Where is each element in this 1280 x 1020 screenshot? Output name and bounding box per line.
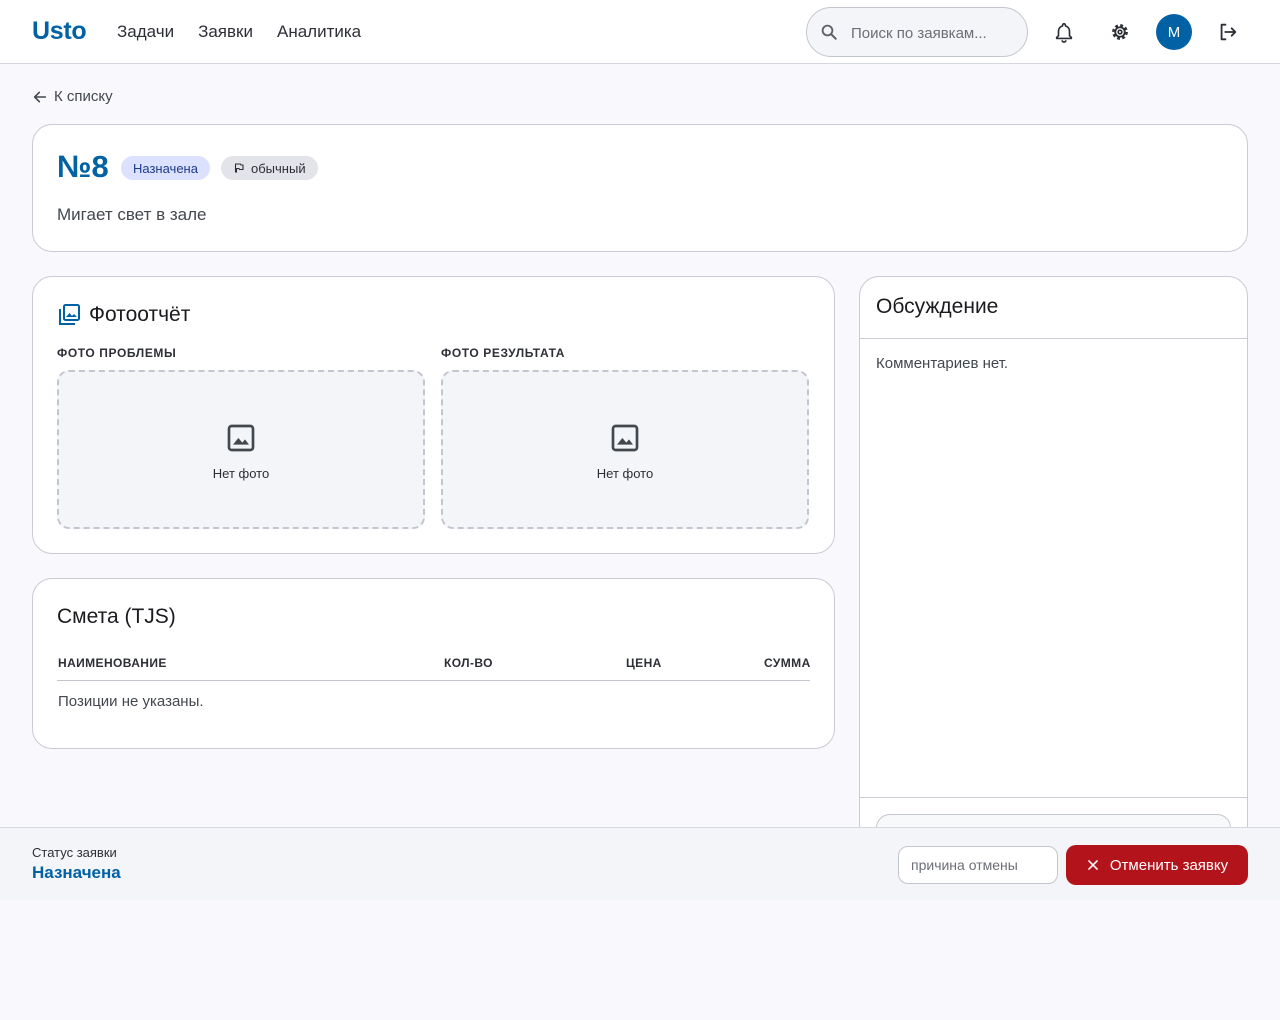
main-nav: Задачи Заявки Аналитика (117, 22, 361, 42)
discussion-heading: Обсуждение (876, 295, 999, 318)
estimate-empty-text: Позиции не указаны. (58, 693, 204, 710)
cancel-request-button[interactable]: Отменить заявку (1066, 845, 1248, 885)
cancel-request-label: Отменить заявку (1109, 856, 1229, 874)
request-header-card: №8 Назначена обычный Мигает свет в зале (32, 124, 1248, 252)
discussion-footer-divider (860, 797, 1247, 798)
column-header-sum: СУММА (764, 656, 811, 670)
nav-link-analytics[interactable]: Аналитика (277, 22, 361, 42)
image-icon (611, 424, 639, 452)
logout-button[interactable] (1210, 14, 1246, 50)
photo-report-heading: Фотоотчёт (89, 303, 191, 326)
priority-badge: обычный (221, 156, 318, 180)
discussion-card: Обсуждение Комментариев нет. (859, 276, 1248, 876)
estimate-card: Смета (TJS) НАИМЕНОВАНИЕ КОЛ-ВО ЦЕНА СУМ… (32, 578, 835, 749)
top-app-bar: Usto Задачи Заявки Аналитика M (0, 0, 1280, 64)
problem-photo-label: ФОТО ПРОБЛЕМЫ (57, 346, 177, 360)
estimate-heading: Смета (TJS) (57, 605, 176, 628)
discussion-divider (860, 338, 1247, 339)
column-header-qty: КОЛ-ВО (444, 656, 493, 670)
nav-link-tasks[interactable]: Задачи (117, 22, 174, 42)
arrow-left-icon (33, 91, 47, 102)
column-header-name: НАИМЕНОВАНИЕ (58, 656, 167, 670)
search-icon (821, 24, 837, 40)
back-to-list-link[interactable]: К списку (32, 88, 113, 105)
nav-link-requests[interactable]: Заявки (198, 22, 253, 42)
search-bar[interactable] (806, 7, 1028, 57)
status-label: Статус заявки (32, 845, 117, 860)
gear-icon (1112, 24, 1128, 40)
table-header-divider (57, 680, 810, 681)
request-number: №8 (57, 149, 109, 184)
search-input[interactable] (851, 20, 1016, 46)
image-icon (227, 424, 255, 452)
result-photo-label: ФОТО РЕЗУЛЬТАТА (441, 346, 566, 360)
cancel-reason-input[interactable] (898, 846, 1058, 884)
status-badge: Назначена (121, 156, 210, 180)
photo-library-icon (59, 304, 80, 325)
status-bar: Статус заявки Назначена Отменить заявку (0, 827, 1280, 900)
column-header-price: ЦЕНА (626, 656, 662, 670)
user-avatar[interactable]: M (1156, 14, 1192, 50)
settings-button[interactable] (1102, 14, 1138, 50)
logout-icon (1220, 23, 1237, 41)
bell-icon (1055, 22, 1073, 43)
photo-report-card: Фотоотчёт ФОТО ПРОБЛЕМЫ Нет фото ФОТО РЕ… (32, 276, 835, 554)
status-value: Назначена (32, 863, 121, 882)
app-logo[interactable]: Usto (32, 17, 87, 46)
status-badge-label: Назначена (133, 160, 198, 176)
problem-photo-placeholder[interactable]: Нет фото (57, 370, 425, 529)
notifications-button[interactable] (1046, 14, 1082, 50)
result-photo-placeholder[interactable]: Нет фото (441, 370, 809, 529)
problem-no-photo-text: Нет фото (212, 466, 270, 481)
discussion-empty-text: Комментариев нет. (876, 355, 1009, 372)
flag-icon (234, 163, 244, 173)
close-icon (1088, 860, 1098, 870)
priority-badge-label: обычный (251, 160, 306, 176)
request-title: Мигает свет в зале (57, 205, 207, 224)
back-link-label: К списку (54, 88, 113, 105)
result-no-photo-text: Нет фото (596, 466, 654, 481)
